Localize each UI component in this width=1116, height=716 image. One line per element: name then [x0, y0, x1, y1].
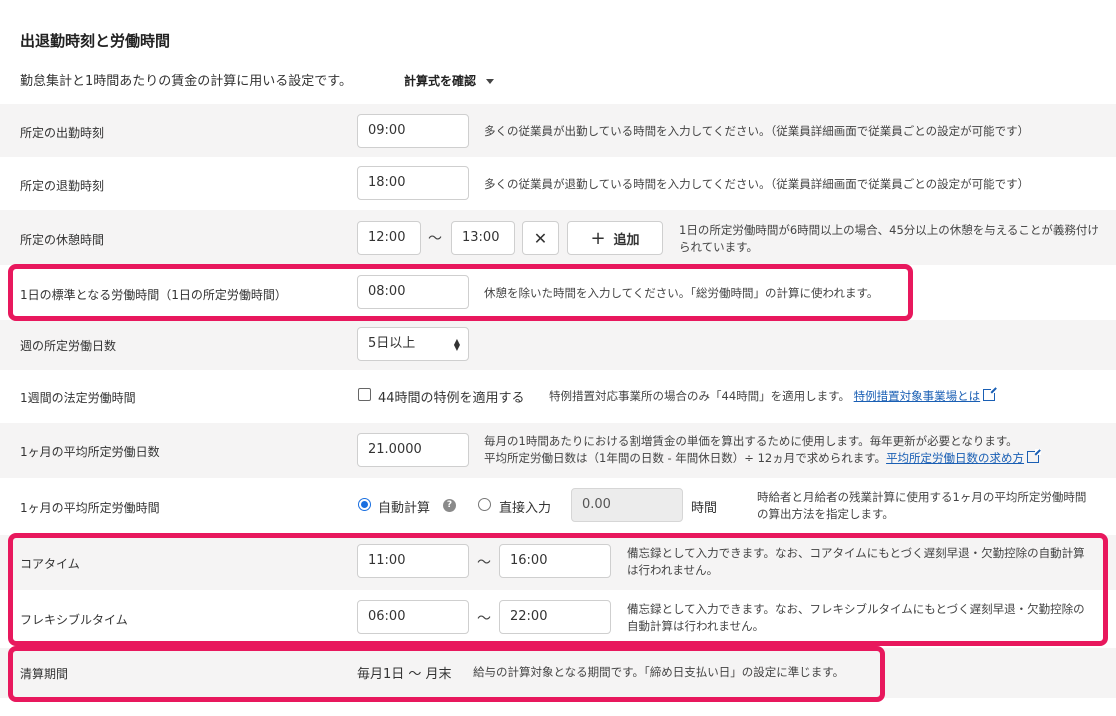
select-arrows-icon: ▲ ▼: [453, 337, 460, 352]
core-time-help: 備忘録として入力できます。なお、コアタイムにもとづく遅刻早退・欠勤控除の自動計算…: [627, 546, 1085, 577]
auto-calc-label[interactable]: 自動計算: [378, 497, 430, 516]
break-end-input[interactable]: 13:00: [451, 221, 515, 255]
settlement-period-help: 給与の計算対象となる期間です。「締め日支払い日」の設定に準じます。: [473, 665, 845, 679]
settlement-period-value: 毎月1日 〜 月末: [357, 667, 452, 682]
row-weekly-days: 週の所定労働日数 5日以上 ▲ ▼: [0, 320, 1116, 370]
row-monthly-avg-days: 1ヶ月の平均所定労働日数 21.0000 毎月の1時間あたりにおける割増賃金の単…: [0, 423, 1116, 478]
weekly-days-label: 週の所定労働日数: [20, 339, 117, 353]
weekly-days-selected: 5日以上: [368, 336, 416, 351]
break-time-label: 所定の休憩時間: [20, 233, 105, 247]
row-flexible-time: フレキシブルタイム 06:00 〜 22:00 備忘録として入力できます。なお、…: [0, 590, 1116, 648]
monthly-avg-days-label: 1ヶ月の平均所定労働日数: [20, 445, 160, 459]
remove-break-button[interactable]: ✕: [522, 221, 559, 255]
special-business-link[interactable]: 特例措置対象事業場とは: [854, 389, 981, 403]
core-time-end-input[interactable]: 16:00: [499, 544, 611, 578]
external-link-icon: [1027, 449, 1042, 463]
break-time-help: 1日の所定労働時間が6時間以上の場合、45分以上の休憩を与えることが義務付けられ…: [679, 223, 1099, 254]
special-44h-checkbox[interactable]: [358, 388, 371, 401]
monthly-avg-days-help-line2-text: 平均所定労働日数は（1年間の日数 - 年間休日数）÷ 12ヵ月で求められます。: [484, 451, 887, 465]
end-time-label: 所定の退勤時刻: [20, 179, 105, 193]
page-title: 出退勤時刻と労働時間: [20, 32, 171, 50]
row-daily-hours: 1日の標準となる労働時間（1日の所定労働時間） 08:00 休憩を除いた時間を入…: [0, 265, 1116, 320]
monthly-avg-days-input[interactable]: 21.0000: [357, 433, 469, 467]
row-weekly-legal-hours: 1週間の法定労働時間 44時間の特例を適用する 特例措置対応事業所の場合のみ「4…: [0, 370, 1116, 423]
daily-hours-help: 休憩を除いた時間を入力してください。「総労働時間」の計算に使われます。: [484, 286, 879, 300]
flexible-time-separator: 〜: [477, 611, 491, 627]
weekly-legal-hours-help-text: 特例措置対応事業所の場合のみ「44時間」を適用します。: [549, 389, 850, 403]
row-end-time: 所定の退勤時刻 18:00 多くの従業員が退勤している時間を入力してください。（…: [0, 157, 1116, 210]
core-time-start-input[interactable]: 11:00: [357, 544, 469, 578]
weekly-legal-hours-label: 1週間の法定労働時間: [20, 391, 136, 405]
monthly-avg-days-help-line1: 毎月の1時間あたりにおける割増賃金の単価を算出するために使用します。毎年更新が必…: [484, 434, 1018, 448]
start-time-label: 所定の出勤時刻: [20, 126, 105, 140]
end-time-help: 多くの従業員が退勤している時間を入力してください。（従業員詳細画面で従業員ごとの…: [484, 177, 1030, 191]
section-description: 勤怠集計と1時間あたりの賃金の計算に用いる設定です。: [20, 74, 352, 89]
row-monthly-avg-hours: 1ヶ月の平均所定労働時間 自動計算 ? 直接入力 0.00 時間 時給者と月給者…: [0, 478, 1116, 535]
monthly-avg-days-help: 毎月の1時間あたりにおける割増賃金の単価を算出するために使用します。毎年更新が必…: [484, 433, 1042, 467]
core-time-label: コアタイム: [20, 557, 80, 571]
weekly-legal-hours-help: 特例措置対応事業所の場合のみ「44時間」を適用します。 特例措置対象事業場とは: [549, 387, 998, 405]
monthly-avg-hours-label: 1ヶ月の平均所定労働時間: [20, 501, 160, 515]
plus-icon: +: [590, 227, 606, 249]
flexible-time-end-input[interactable]: 22:00: [499, 600, 611, 634]
manual-input-radio[interactable]: [478, 498, 491, 511]
start-time-help: 多くの従業員が出勤している時間を入力してください。（従業員詳細画面で従業員ごとの…: [484, 124, 1030, 138]
flexible-time-help: 備忘録として入力できます。なお、フレキシブルタイムにもとづく遅刻早退・欠勤控除の…: [627, 602, 1085, 633]
daily-hours-input[interactable]: 08:00: [357, 275, 469, 309]
formula-toggle-label: 計算式を確認: [404, 74, 477, 88]
monthly-avg-hours-input[interactable]: 0.00: [571, 488, 683, 522]
add-break-label: 追加: [613, 232, 640, 248]
external-link-icon: [983, 387, 998, 401]
flexible-time-label: フレキシブルタイム: [20, 613, 128, 627]
auto-calc-radio[interactable]: [358, 498, 371, 511]
row-start-time: 所定の出勤時刻 09:00 多くの従業員が出勤している時間を入力してください。（…: [0, 104, 1116, 157]
weekly-days-select[interactable]: 5日以上 ▲ ▼: [357, 327, 469, 361]
manual-input-label[interactable]: 直接入力: [499, 497, 551, 516]
monthly-avg-hours-help: 時給者と月給者の残業計算に使用する1ヶ月の平均所定労働時間の算出方法を指定します…: [757, 490, 1087, 521]
hours-unit: 時間: [691, 501, 718, 516]
end-time-input[interactable]: 18:00: [357, 166, 469, 200]
row-break-time: 所定の休憩時間 12:00 〜 13:00 ✕ + 追加 1日の所定労働時間が6時…: [0, 210, 1116, 265]
formula-toggle[interactable]: 計算式を確認: [404, 72, 495, 89]
row-settlement-period: 清算期間 毎月1日 〜 月末 給与の計算対象となる期間です。「締め日支払い日」の…: [0, 648, 1116, 698]
monthly-avg-days-help-line2: 平均所定労働日数は（1年間の日数 - 年間休日数）÷ 12ヵ月で求められます。平…: [484, 449, 1042, 467]
flexible-time-start-input[interactable]: 06:00: [357, 600, 469, 634]
start-time-input[interactable]: 09:00: [357, 114, 469, 148]
break-range-separator: 〜: [428, 231, 442, 247]
chevron-down-icon: [486, 79, 495, 84]
row-core-time: コアタイム 11:00 〜 16:00 備忘録として入力できます。なお、コアタイ…: [0, 535, 1116, 590]
close-icon: ✕: [533, 228, 548, 248]
add-break-button[interactable]: + 追加: [567, 221, 663, 255]
special-44h-label[interactable]: 44時間の特例を適用する: [378, 387, 525, 406]
settlement-period-label: 清算期間: [20, 667, 69, 681]
avg-days-calc-link[interactable]: 平均所定労働日数の求め方: [886, 451, 1024, 465]
break-start-input[interactable]: 12:00: [357, 221, 421, 255]
daily-hours-label: 1日の標準となる労働時間（1日の所定労働時間）: [20, 288, 287, 302]
help-icon[interactable]: ?: [443, 499, 456, 512]
core-time-separator: 〜: [477, 555, 491, 571]
